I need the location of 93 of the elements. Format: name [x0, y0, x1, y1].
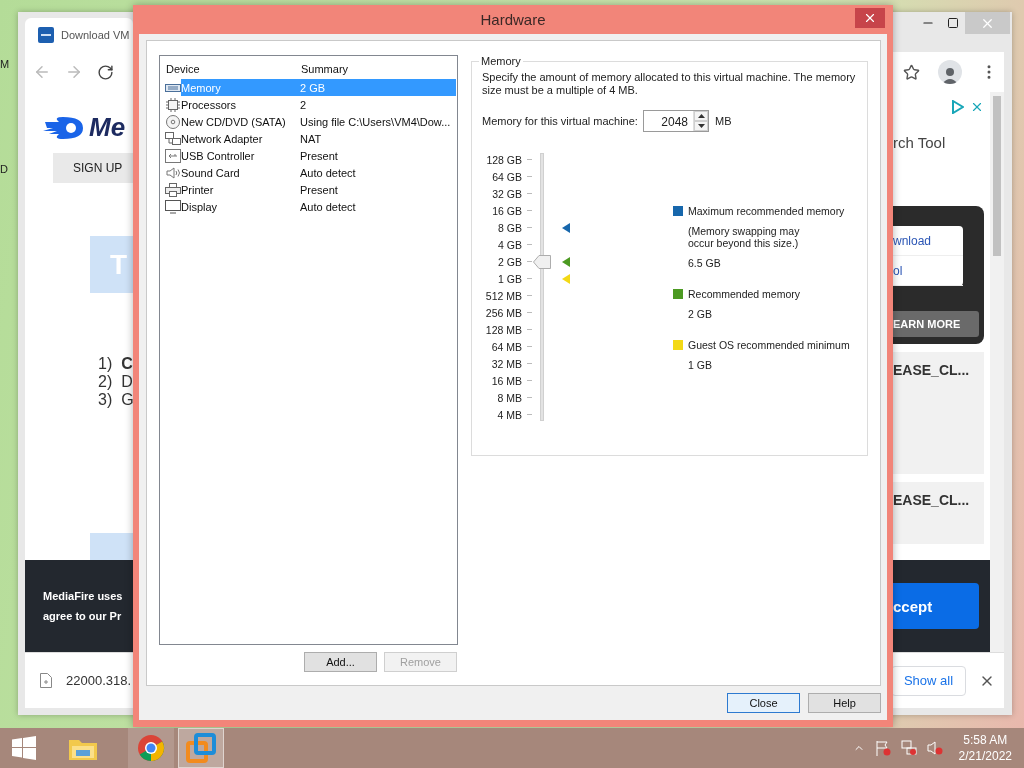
forward-icon[interactable] — [65, 63, 83, 81]
scale-label: 4 MB — [496, 408, 522, 421]
back-icon[interactable] — [33, 63, 51, 81]
memory-description: Specify the amount of memory allocated to this virtual machine. The memory size must be a multiple of 4 MB. — [482, 71, 857, 97]
legend-title: Recommended memory — [688, 288, 801, 300]
memory-spin-field[interactable]: 2048 — [643, 110, 709, 132]
file-card[interactable]: EASE_CL... — [893, 352, 984, 474]
slider-track[interactable] — [540, 153, 544, 421]
scale-label: 8 GB — [497, 221, 522, 234]
cookie-text: MediaFire uses — [43, 590, 123, 602]
device-row[interactable]: New CD/DVD (SATA) Using file C:\Users\VM4\Dow... — [181, 113, 456, 130]
speaker-icon — [165, 165, 181, 180]
column-header[interactable]: Device — [166, 63, 301, 75]
down-arrow-icon[interactable] — [697, 124, 705, 128]
network-icon[interactable] — [900, 740, 917, 756]
scale-label: 8 MB — [496, 391, 522, 404]
step-number: 3) — [98, 391, 113, 408]
chip-icon — [165, 97, 181, 112]
scale-label: 128 GB — [485, 153, 522, 166]
legend-value: 6.5 GB — [688, 257, 722, 269]
close-button[interactable] — [855, 8, 885, 28]
file-card[interactable]: EASE_CL... — [893, 482, 984, 544]
legend-note: (Memory swapping may occur beyond this size.) — [688, 225, 801, 249]
legend-value: 2 GB — [688, 308, 713, 320]
desktop-icon-label: D — [0, 163, 8, 175]
step-text: D — [121, 373, 133, 390]
reload-icon[interactable] — [97, 63, 114, 81]
play-icon[interactable] — [951, 100, 964, 114]
disc-icon — [165, 114, 181, 129]
device-row[interactable]: USB Controller Present — [181, 147, 456, 164]
device-row[interactable]: Processors 2 — [181, 96, 456, 113]
chrome-icon[interactable] — [137, 734, 165, 762]
scale-label: 256 MB — [484, 306, 522, 319]
legend-title: Maximum recommended memory — [688, 205, 845, 217]
desktop-icon-label: M — [0, 58, 10, 70]
step-number: 2) — [98, 373, 113, 390]
usb-icon — [165, 148, 181, 163]
scale-label: 64 MB — [490, 340, 522, 353]
up-arrow-icon[interactable] — [697, 114, 705, 118]
star-icon[interactable] — [903, 63, 920, 81]
close-icon — [863, 11, 877, 25]
ad-title: rch Tool — [893, 134, 947, 151]
scrollbar[interactable] — [990, 92, 1004, 652]
flame-logo-icon — [43, 115, 85, 140]
legend-title: Guest OS recommended minimum — [688, 339, 850, 351]
taskbar-item[interactable] — [178, 728, 224, 768]
accept-button[interactable]: ccept — [893, 583, 979, 629]
scale-label: 16 MB — [490, 374, 522, 387]
scale-label: 64 GB — [491, 170, 522, 183]
flag-icon[interactable] — [874, 740, 891, 756]
group-title: Memory — [480, 55, 522, 67]
cookie-text: agree to our Pr — [43, 610, 123, 622]
scale-label: 128 MB — [484, 323, 522, 336]
close-dialog-button[interactable]: Close — [727, 693, 800, 713]
network-icon — [165, 131, 181, 146]
step-text: C — [121, 355, 133, 372]
device-row[interactable]: Display Auto detect — [181, 198, 456, 215]
scale-label: 1 GB — [497, 272, 522, 285]
add-button[interactable]: Add... — [304, 652, 377, 672]
maximize-icon[interactable] — [946, 17, 959, 29]
windows-logo-icon[interactable] — [12, 736, 36, 760]
banner-block — [90, 533, 133, 560]
scale-label: 2 GB — [497, 255, 522, 268]
device-row[interactable]: Sound Card Auto detect — [181, 164, 456, 181]
sign-up-button[interactable]: SIGN UP — [53, 153, 133, 183]
scale-label: 4 GB — [497, 238, 522, 251]
unit-label: MB — [715, 115, 732, 127]
help-button[interactable]: Help — [808, 693, 881, 713]
scale-label: 512 MB — [484, 289, 522, 302]
printer-icon — [165, 182, 181, 197]
profile-avatar[interactable] — [938, 60, 962, 84]
legend-value: 1 GB — [688, 359, 713, 371]
device-row[interactable]: Network Adapter NAT — [181, 130, 456, 147]
taskbar-item[interactable] — [128, 728, 174, 768]
logo-text: Me — [89, 112, 126, 143]
step-number: 1) — [98, 355, 113, 372]
speaker-icon[interactable] — [926, 740, 943, 756]
file-icon — [40, 673, 52, 688]
column-header[interactable]: Summary — [301, 63, 349, 75]
vmware-icon[interactable] — [186, 733, 216, 763]
scale-label: 16 GB — [491, 204, 522, 217]
monitor-icon — [165, 199, 181, 214]
browser-tab[interactable]: Download VM — [25, 18, 133, 52]
scale-label: 32 MB — [490, 357, 522, 370]
dialog-title: Hardware — [480, 11, 546, 28]
step-text: G — [121, 391, 134, 408]
favicon-icon — [38, 27, 54, 43]
field-label: Memory for this virtual machine: — [482, 115, 639, 127]
slider-thumb[interactable] — [533, 254, 551, 269]
device-row[interactable]: Printer Present — [181, 181, 456, 198]
learn-more-button[interactable]: EARN MORE — [893, 311, 979, 337]
download-filename[interactable]: 22000.318. — [66, 673, 132, 688]
scale-label: 32 GB — [491, 187, 522, 200]
